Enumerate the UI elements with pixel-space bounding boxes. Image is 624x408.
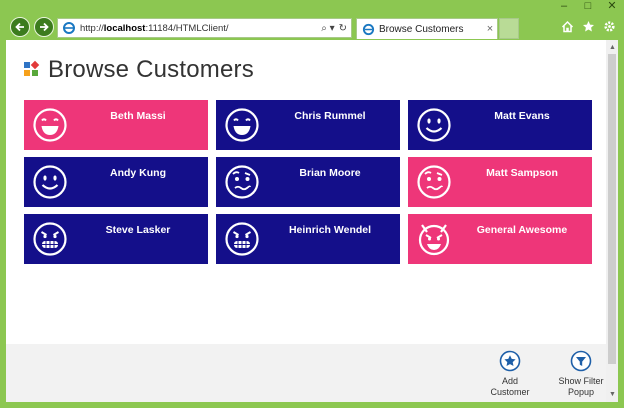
page-header: Browse Customers [24,56,254,84]
page-title: Browse Customers [48,56,254,83]
customer-name: Andy Kung [110,167,166,179]
close-tab-icon[interactable]: × [483,23,497,35]
customer-tile[interactable]: Matt Evans [408,100,592,150]
address-bar[interactable]: http://localhost:11184/HTMLClient/ ⌕ ▾ ↻ [57,18,352,38]
customer-name: Beth Massi [110,110,166,122]
new-tab-button[interactable] [499,18,519,39]
browser-window: – □ ✕ http://localhost:11184/HTMLClient/… [0,0,624,408]
favorites-star-icon[interactable] [582,20,595,33]
customer-name: Matt Sampson [486,167,558,179]
confused-face-icon [225,165,259,199]
ie-logo-icon [63,22,75,34]
command-bar: Add Customer Show Filter Popup [6,344,606,402]
scroll-down-icon[interactable]: ▼ [609,391,616,398]
customer-tile[interactable]: Beth Massi [24,100,208,150]
scrollbar-thumb[interactable] [608,54,616,364]
url-text[interactable]: http://localhost:11184/HTMLClient/ [80,23,321,34]
customer-name: Matt Evans [494,110,550,122]
filter-icon [570,350,592,372]
add-customer-button[interactable]: Add Customer [478,350,542,398]
customer-tile[interactable]: Chris Rummel [216,100,400,150]
customer-tile[interactable]: Brian Moore [216,157,400,207]
laughing-face-icon [33,108,67,142]
maximize-button[interactable]: □ [582,0,594,14]
back-button[interactable] [10,17,30,37]
laughing-face-icon [225,108,259,142]
grinning-evil-face-icon [225,222,259,256]
window-controls: – □ ✕ [558,0,618,14]
customer-tile[interactable]: Heinrich Wendel [216,214,400,264]
page-content: Browse Customers Beth Massi Chris Rummel M… [6,40,618,402]
tab-label: Browse Customers [379,23,464,35]
forward-button[interactable] [34,17,54,37]
customer-name: Heinrich Wendel [288,224,372,236]
customer-name: Chris Rummel [294,110,366,122]
confused-face-icon [417,165,451,199]
ie-logo-icon [362,23,375,35]
show-filter-popup-label: Show Filter Popup [558,376,604,397]
smiling-face-icon [33,165,67,199]
tab-browse-customers[interactable]: Browse Customers × [356,18,498,39]
grinning-evil-face-icon [33,222,67,256]
customer-name: Brian Moore [299,167,361,179]
customer-name: General Awesome [476,224,568,236]
close-window-button[interactable]: ✕ [606,0,618,14]
customer-tile[interactable]: General Awesome [408,214,592,264]
vertical-scrollbar[interactable]: ▲ ▼ [606,40,618,402]
refresh-icon[interactable]: ↻ [339,23,347,34]
arrow-right-icon [40,22,49,32]
browser-toolbar [561,20,616,33]
gear-icon[interactable] [603,20,616,33]
devil-face-icon [418,224,450,256]
minimize-button[interactable]: – [558,0,570,14]
customer-tile[interactable]: Matt Sampson [408,157,592,207]
arrow-left-icon [15,22,24,32]
add-customer-label: Add Customer [490,376,530,397]
search-dropdown-icon[interactable]: ⌕ ▾ [321,23,334,34]
show-filter-popup-button[interactable]: Show Filter Popup [549,350,613,398]
app-logo-icon [24,60,40,78]
smiling-face-icon [417,108,451,142]
customer-tile[interactable]: Andy Kung [24,157,208,207]
scroll-up-icon[interactable]: ▲ [609,44,616,51]
star-icon [499,350,521,372]
customer-name: Steve Lasker [105,224,171,236]
home-icon[interactable] [561,20,574,33]
customer-tile[interactable]: Steve Lasker [24,214,208,264]
